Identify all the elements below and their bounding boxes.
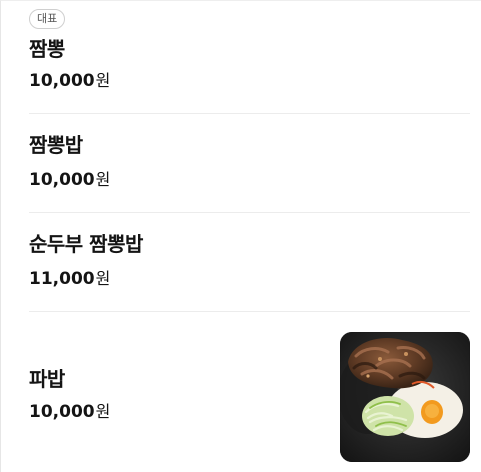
menu-item-name: 짬뽕밥: [29, 133, 83, 157]
price-value: 10,000: [29, 170, 95, 190]
menu-item-price: 10,000원: [29, 70, 110, 92]
menu-item-pabap[interactable]: 파밥 10,000원: [29, 312, 470, 472]
price-currency: 원: [95, 269, 111, 288]
menu-item-price: 11,000원: [29, 268, 110, 290]
food-photo-graphic: [340, 332, 470, 462]
menu-item-jjamppong-bap[interactable]: 짬뽕밥 10,000원: [29, 114, 470, 213]
price-currency: 원: [95, 71, 111, 90]
price-value: 11,000: [29, 269, 95, 289]
menu-item-sundubu-jjamppong-bap[interactable]: 순두부 짬뽕밥 11,000원: [29, 213, 470, 312]
price-value: 10,000: [29, 402, 95, 422]
menu-list: 대표 짬뽕 10,000원 짬뽕밥 10,000원 순두부 짬뽕밥 11,000…: [29, 1, 470, 472]
menu-panel: 대표 짬뽕 10,000원 짬뽕밥 10,000원 순두부 짬뽕밥 11,000…: [0, 0, 481, 472]
menu-item-name: 파밥: [29, 367, 65, 391]
menu-item-jjamppong[interactable]: 대표 짬뽕 10,000원: [29, 1, 470, 114]
price-value: 10,000: [29, 71, 95, 91]
price-currency: 원: [95, 170, 111, 189]
menu-item-name: 짬뽕: [29, 37, 65, 61]
menu-item-name: 순두부 짬뽕밥: [29, 232, 143, 256]
menu-item-price: 10,000원: [29, 401, 110, 423]
price-currency: 원: [95, 402, 111, 421]
signature-badge: 대표: [29, 9, 66, 29]
menu-item-price: 10,000원: [29, 169, 110, 191]
menu-item-photo[interactable]: [340, 332, 470, 462]
